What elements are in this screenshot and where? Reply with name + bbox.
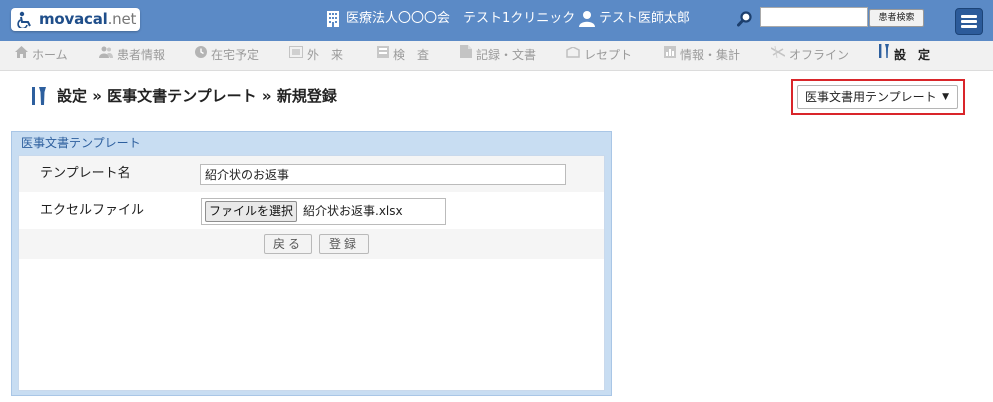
building-icon (326, 10, 340, 33)
menu-bar (961, 15, 977, 18)
nav-item-receipt[interactable]: レセプト (566, 41, 632, 70)
nav-item-label: ホーム (32, 48, 68, 62)
template-name-row: テンプレート名 (19, 156, 604, 193)
menu-bar (961, 20, 977, 23)
nav-item-home[interactable]: ホーム (15, 41, 68, 70)
nav-item-records[interactable]: 記録・文書 (460, 41, 536, 70)
settings-icon (878, 40, 890, 69)
excel-file-row: エクセルファイル ファイルを選択 紹介状お返事.xlsx (19, 192, 604, 229)
template-name-label: テンプレート名 (40, 166, 131, 181)
choose-file-button[interactable]: ファイルを選択 (205, 201, 297, 222)
nav-item-label: オフライン (789, 48, 850, 62)
user-name: テスト医師太郎 (599, 11, 691, 26)
wheelchair-logo-icon (17, 11, 35, 32)
template-type-select[interactable]: 医事文書用テンプレート ▼ (797, 85, 958, 109)
nav-item-settings[interactable]: 設 定 (878, 41, 930, 70)
nav-item-label: レセプト (584, 48, 633, 62)
nav-item-label: 情報・集計 (680, 48, 741, 62)
patient-search-button[interactable]: 患者検索 (869, 9, 924, 27)
selected-file-name: 紹介状お返事.xlsx (303, 204, 403, 218)
menu-bar (961, 25, 977, 28)
nav-item-label: 検 査 (393, 48, 430, 62)
form-body: テンプレート名 エクセルファイル ファイルを選択 紹介状お返事.xlsx 戻る … (18, 155, 605, 391)
search-icon[interactable] (737, 11, 753, 31)
dropdown-arrow-icon: ▼ (942, 92, 949, 102)
breadcrumb: 設定 » 医事文書テンプレート » 新規登録 (57, 87, 337, 105)
organization-name: 医療法人〇〇〇会 テスト1クリニック (346, 11, 576, 26)
back-button[interactable]: 戻る (264, 234, 312, 254)
examination-icon (377, 40, 389, 69)
form-actions-row: 戻る 登録 (19, 229, 604, 259)
document-icon (460, 40, 472, 69)
nav-item-label: 設 定 (894, 48, 931, 62)
nav-item-label: 記録・文書 (476, 48, 537, 62)
stats-icon (664, 40, 676, 69)
excel-file-label: エクセルファイル (40, 203, 145, 218)
logo-text: movacal.net (39, 10, 137, 28)
patients-icon (99, 40, 113, 69)
panel-title: 医事文書テンプレート (21, 136, 141, 150)
settings-icon (31, 86, 47, 112)
template-name-input[interactable] (200, 164, 566, 185)
nav-item-home-care[interactable]: 在宅予定 (195, 41, 259, 70)
nav-item-label: 外 来 (307, 48, 344, 62)
clock-icon (195, 40, 207, 69)
top-bar: movacal.net 医療法人〇〇〇会 テスト1クリニック テスト医師太郎 患… (0, 0, 993, 41)
nav-item-offline[interactable]: オフライン (770, 40, 850, 70)
patient-search-input[interactable] (760, 7, 868, 27)
app-logo[interactable]: movacal.net (11, 8, 140, 31)
register-button[interactable]: 登録 (319, 234, 369, 254)
nav-item-label: 患者情報 (117, 48, 166, 62)
home-icon (15, 40, 28, 69)
receipt-icon (566, 40, 580, 69)
nav-item-label: 在宅予定 (211, 48, 260, 62)
main-nav: ホーム 患者情報 在宅予定 外 来 検 査 記録・文書 レセプト 情報・集計 オ… (0, 41, 993, 71)
hamburger-menu-icon[interactable] (955, 8, 983, 35)
nav-item-statistics[interactable]: 情報・集計 (664, 41, 740, 70)
nav-item-outpatient[interactable]: 外 来 (289, 41, 343, 70)
nav-item-patients[interactable]: 患者情報 (99, 41, 165, 70)
nav-item-examination[interactable]: 検 査 (377, 41, 429, 70)
template-form-panel: 医事文書テンプレート テンプレート名 エクセルファイル ファイルを選択 紹介状お… (11, 131, 612, 396)
template-type-select-value: 医事文書用テンプレート (805, 90, 937, 104)
file-input[interactable]: ファイルを選択 紹介状お返事.xlsx (201, 198, 446, 225)
offline-icon (770, 40, 786, 69)
outpatient-icon (289, 40, 303, 69)
user-icon (579, 10, 595, 32)
